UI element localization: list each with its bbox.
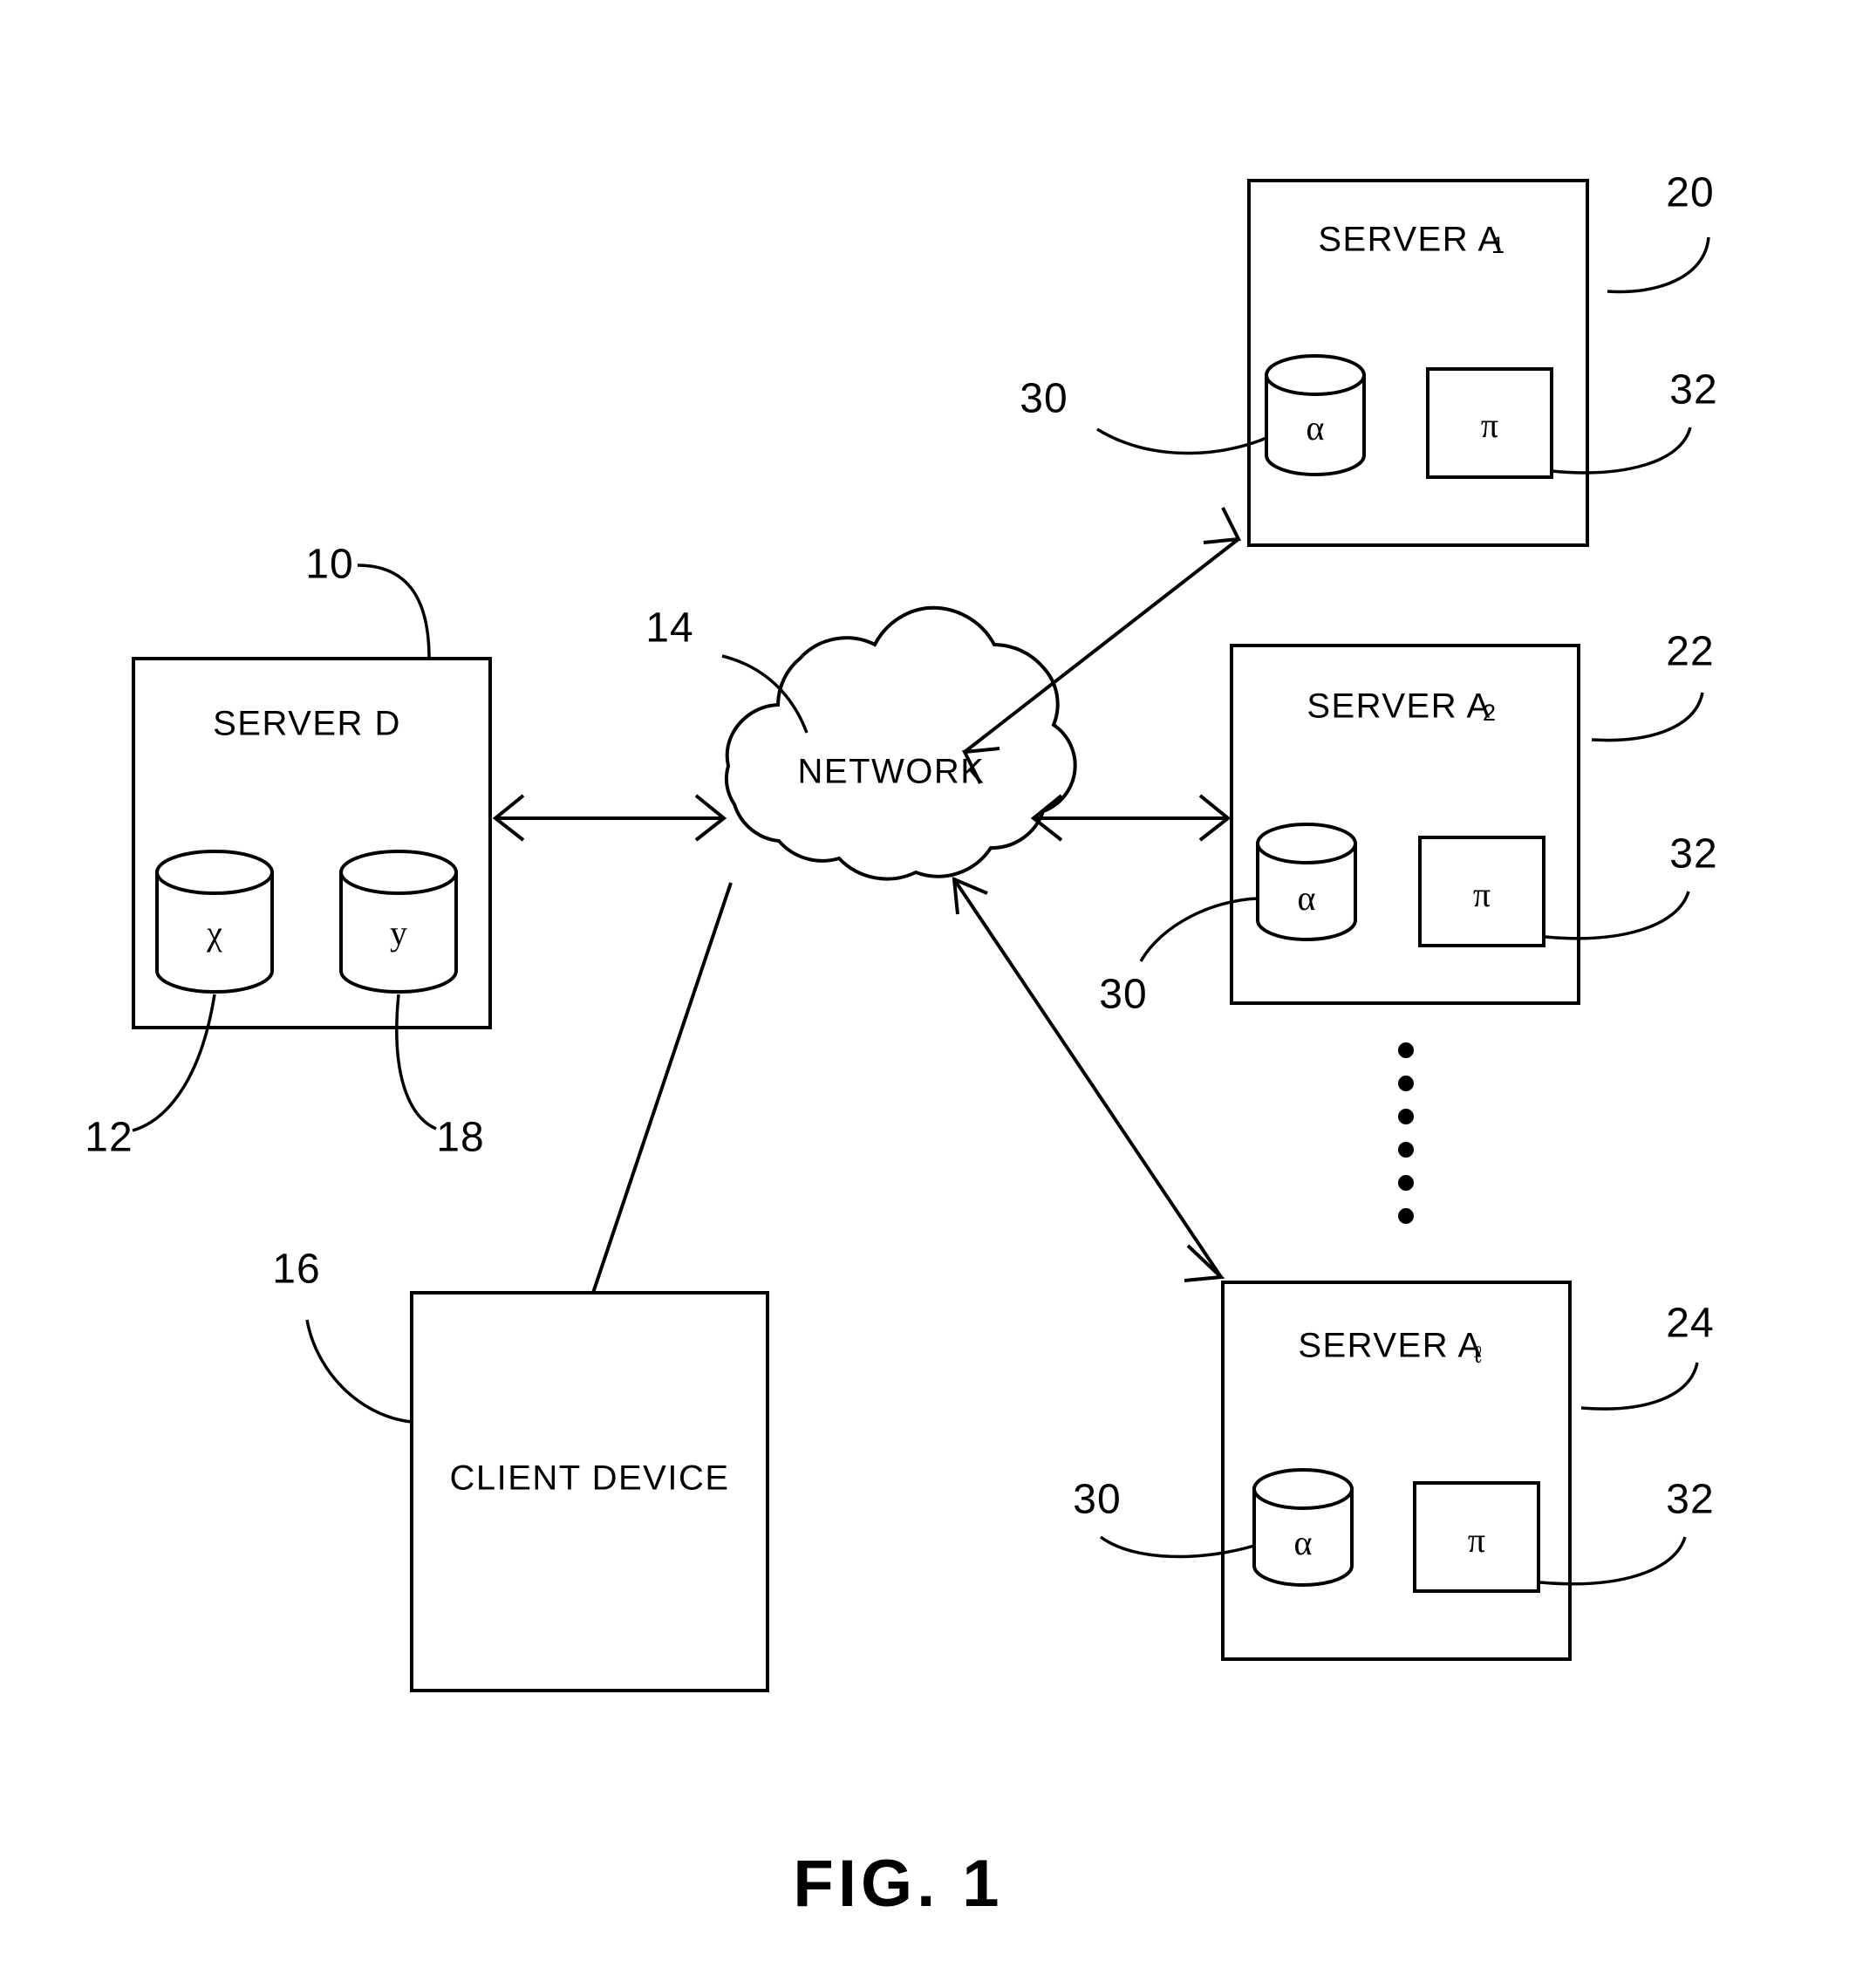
conn-network-al-line — [952, 878, 1223, 1279]
ref-32-al-number: 32 — [1666, 1477, 1714, 1523]
server-d-title: SERVER D — [213, 705, 401, 743]
server-al-subscript: ℓ — [1474, 1342, 1482, 1368]
server-a2-cylinder-top — [1256, 823, 1357, 864]
ref-16-number: 16 — [272, 1247, 320, 1293]
server-a2-module-glyph: π — [1473, 875, 1491, 914]
client-device-node[interactable]: CLIENT DEVICE — [410, 1291, 769, 1692]
ref-24-leader — [1580, 1362, 1699, 1411]
ref-12-callout: 12 — [85, 994, 216, 1161]
server-al-title: SERVER A — [1298, 1327, 1482, 1365]
figure-canvas: SERVER D χ y 10 12 18 NETWORK 14 CLIENT … — [85, 170, 1717, 1921]
ellipsis-dot — [1398, 1175, 1414, 1191]
ref-22-callout: 22 — [1591, 629, 1714, 742]
server-a1-module-box[interactable]: π — [1426, 367, 1553, 479]
server-a1-subscript: 1 — [1491, 232, 1504, 258]
ref-32-al-callout: 32 — [1539, 1477, 1714, 1586]
ref-30-a2-leader — [1139, 897, 1259, 962]
ref-30-al-callout: 30 — [1073, 1477, 1255, 1559]
ref-30-a1-number: 30 — [1020, 376, 1068, 422]
ref-32-a2-leader — [1545, 891, 1690, 940]
ref-18-leader — [395, 994, 437, 1131]
arrowhead-upper — [1203, 507, 1242, 544]
ref-16-callout: 16 — [272, 1247, 413, 1424]
network-node[interactable]: NETWORK — [724, 605, 1077, 881]
y-datastore-glyph: y — [390, 913, 407, 953]
ellipsis-dot — [1398, 1109, 1414, 1124]
server-a2-node[interactable]: SERVER A 2 α π — [1230, 644, 1580, 1005]
ref-30-a2-number: 30 — [1099, 972, 1147, 1018]
chi-datastore-glyph: χ — [206, 913, 222, 953]
server-al-datastore-cylinder[interactable]: α — [1252, 1468, 1354, 1587]
ref-32-a2-number: 32 — [1669, 831, 1717, 878]
ref-32-a2-callout: 32 — [1545, 831, 1717, 940]
patent-figure-page: SERVER D χ y 10 12 18 NETWORK 14 CLIENT … — [0, 0, 1849, 1988]
ref-32-al-leader — [1539, 1536, 1687, 1586]
ref-30-al-leader — [1099, 1535, 1255, 1559]
conn-client-device-network — [591, 882, 733, 1294]
ref-32-a1-number: 32 — [1669, 367, 1717, 413]
ref-14-number: 14 — [645, 605, 693, 652]
server-a1-module-glyph: π — [1481, 406, 1498, 445]
ref-20-number: 20 — [1666, 170, 1714, 216]
server-al-cylinder-top — [1252, 1468, 1354, 1510]
server-d-node[interactable]: SERVER D χ y — [132, 657, 492, 1029]
ref-10-number: 10 — [305, 542, 353, 588]
chi-cylinder-top — [155, 850, 274, 895]
ellipsis-dot — [1398, 1042, 1414, 1058]
server-a1-datastore-glyph: α — [1307, 408, 1325, 447]
ref-30-al-number: 30 — [1073, 1477, 1121, 1523]
ref-18-number: 18 — [436, 1115, 484, 1161]
server-al-node[interactable]: SERVER A ℓ α π — [1221, 1281, 1572, 1661]
server-a2-module-box[interactable]: π — [1418, 836, 1545, 947]
client-device-title: CLIENT DEVICE — [449, 1459, 729, 1498]
ellipsis-dot — [1398, 1076, 1414, 1091]
server-al-datastore-glyph: α — [1294, 1523, 1313, 1562]
ellipsis-dot — [1398, 1142, 1414, 1158]
server-a2-datastore-cylinder[interactable]: α — [1256, 823, 1357, 941]
ellipsis-dot — [1398, 1208, 1414, 1224]
ref-12-number: 12 — [85, 1115, 133, 1161]
chi-datastore-cylinder[interactable]: χ — [155, 850, 274, 994]
server-a2-datastore-glyph: α — [1298, 878, 1316, 918]
ref-32-a1-leader — [1551, 427, 1692, 475]
conn-client-network-line — [591, 882, 733, 1294]
conn-network-server-a2 — [1030, 794, 1232, 842]
ref-20-callout: 20 — [1607, 170, 1714, 294]
ref-32-a1-callout: 32 — [1551, 367, 1717, 475]
server-a1-node[interactable]: SERVER A 1 α π — [1247, 179, 1589, 547]
network-cloud-shape[interactable] — [724, 605, 1077, 881]
ref-10-callout: 10 — [305, 542, 431, 659]
ref-24-number: 24 — [1666, 1301, 1714, 1347]
ref-30-a1-callout: 30 — [1020, 376, 1267, 455]
ref-30-a1-leader — [1096, 427, 1267, 455]
ref-24-callout: 24 — [1580, 1301, 1714, 1411]
ref-30-a2-callout: 30 — [1099, 897, 1259, 1018]
server-a1-title: SERVER A — [1318, 221, 1502, 259]
server-al-module-glyph: π — [1468, 1520, 1485, 1560]
figure-caption: FIG. 1 — [793, 1847, 1003, 1921]
vertical-ellipsis — [1398, 1042, 1414, 1224]
server-a1-cylinder-top — [1265, 354, 1366, 396]
server-a1-datastore-cylinder[interactable]: α — [1265, 354, 1366, 476]
server-al-module-box[interactable]: π — [1413, 1481, 1540, 1593]
ref-18-callout: 18 — [395, 994, 484, 1161]
ref-16-leader — [305, 1319, 413, 1424]
y-cylinder-top — [339, 850, 458, 895]
ref-22-leader — [1591, 692, 1704, 742]
network-title: NETWORK — [798, 753, 986, 791]
ref-10-leader — [357, 564, 431, 659]
ref-20-leader — [1607, 236, 1710, 294]
ref-22-number: 22 — [1666, 629, 1714, 675]
server-a2-subscript: 2 — [1483, 700, 1496, 726]
y-datastore-cylinder[interactable]: y — [339, 850, 458, 994]
conn-server-d-network — [492, 794, 727, 842]
ref-12-leader — [132, 994, 216, 1132]
server-a2-title: SERVER A — [1307, 687, 1491, 726]
conn-network-server-al — [952, 876, 1225, 1282]
